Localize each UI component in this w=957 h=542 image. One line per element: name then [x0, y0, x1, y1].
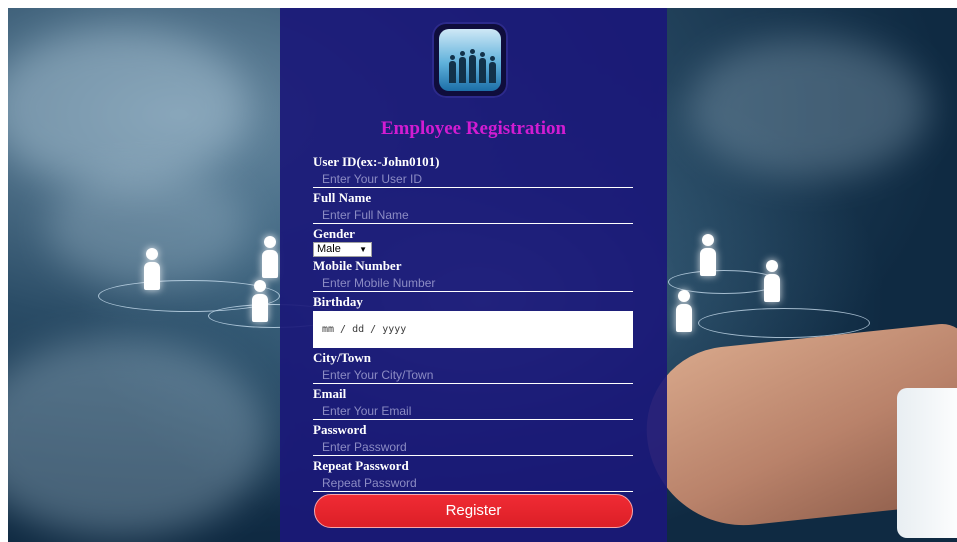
- form-title: Employee Registration: [380, 118, 567, 139]
- city-label: City/Town: [313, 350, 372, 365]
- full-name-field-group: Full Name: [313, 190, 633, 224]
- mobile-field-group: Mobile Number: [313, 258, 633, 292]
- password-field-group: Password: [313, 422, 633, 456]
- repeat-password-label: Repeat Password: [313, 458, 409, 473]
- business-people-logo-icon: [432, 22, 508, 98]
- gender-label: Gender: [313, 226, 355, 241]
- birthday-placeholder: mm / dd / yyyy: [322, 324, 407, 335]
- person-icon: [252, 280, 268, 322]
- user-id-field-group: User ID(ex:-John0101): [313, 154, 633, 188]
- sleeve-image: [897, 388, 957, 538]
- birthday-date-input[interactable]: mm / dd / yyyy: [313, 311, 633, 348]
- full-name-input[interactable]: [313, 206, 633, 224]
- email-field-group: Email: [313, 386, 633, 420]
- birthday-label: Birthday: [313, 294, 363, 309]
- dropdown-arrow-icon: ▼: [359, 245, 367, 254]
- gender-selected-value: Male: [317, 243, 341, 255]
- mobile-label: Mobile Number: [313, 258, 402, 273]
- repeat-password-field-group: Repeat Password: [313, 458, 633, 492]
- person-icon: [700, 234, 716, 276]
- password-label: Password: [313, 422, 367, 437]
- full-name-label: Full Name: [313, 190, 372, 205]
- birthday-field-group: Birthday mm / dd / yyyy: [313, 294, 633, 348]
- person-icon: [676, 290, 692, 332]
- person-icon: [764, 260, 780, 302]
- city-field-group: City/Town: [313, 350, 633, 384]
- gender-field-group: Gender Male ▼: [313, 226, 633, 257]
- gender-select[interactable]: Male ▼: [313, 242, 372, 257]
- email-input[interactable]: [313, 402, 633, 420]
- mobile-input[interactable]: [313, 274, 633, 292]
- user-id-label: User ID(ex:-John0101): [313, 154, 440, 169]
- email-label: Email: [313, 386, 347, 401]
- repeat-password-input[interactable]: [313, 474, 633, 492]
- password-input[interactable]: [313, 438, 633, 456]
- city-input[interactable]: [313, 366, 633, 384]
- person-icon: [262, 236, 278, 278]
- register-button[interactable]: Register: [314, 494, 633, 528]
- user-id-input[interactable]: [313, 170, 633, 188]
- registration-panel: Employee Registration User ID(ex:-John01…: [280, 8, 667, 542]
- person-icon: [144, 248, 160, 290]
